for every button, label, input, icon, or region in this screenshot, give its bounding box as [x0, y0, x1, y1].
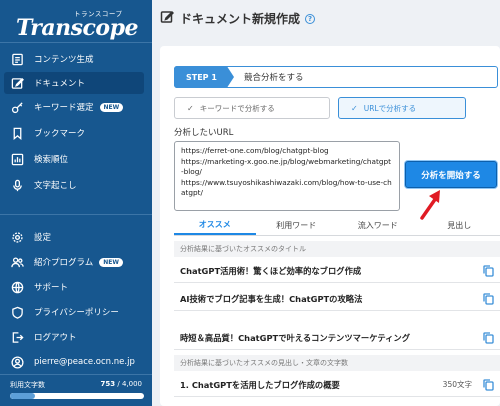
recommended-title-row: ChatGPT活用術！驚くほど効率的なブログ作成: [174, 259, 500, 283]
option-label: URLで分析する: [363, 103, 417, 113]
key-icon: [10, 100, 24, 114]
sidebar-item-label: ドキュメント: [34, 79, 86, 89]
shield-icon: [10, 305, 24, 319]
recommended-heading: 1. ChatGPTを活用したブログ作成の概要: [180, 379, 340, 390]
tab-inflow-words[interactable]: 流入ワード: [337, 216, 419, 235]
document-card: STEP 1 競合分析をする ✓ キーワードで分析する ✓ URLで分析する 分…: [160, 46, 500, 406]
bookmark-icon: [10, 126, 24, 140]
recommended-title: AI技術でブログ記事を生成！ChatGPTの攻略法: [180, 293, 363, 304]
users-icon: [10, 255, 24, 269]
page-header: ドキュメント新規作成 ?: [160, 10, 316, 27]
sidebar-item-label: プライバシーポリシー: [34, 308, 119, 318]
usage-label: 利用文字数: [10, 381, 45, 389]
globe-icon: [10, 280, 24, 294]
bar-chart-icon: [10, 152, 24, 166]
check-icon: ✓: [351, 103, 358, 113]
sidebar-item-keyword-selection[interactable]: キーワード選定 NEW: [4, 96, 144, 118]
help-icon[interactable]: ?: [305, 13, 316, 24]
sidebar-item-bookmarks[interactable]: ブックマーク: [4, 122, 144, 144]
sidebar-item-search-ranking[interactable]: 検索順位: [4, 148, 144, 170]
sidebar-item-transcription[interactable]: 文字起こし: [4, 174, 144, 196]
step-tag: STEP 1: [174, 66, 234, 88]
sidebar-divider: [0, 42, 152, 43]
recommended-title: 時短＆高品質！ChatGPTで叶えるコンテンツマーケティング: [180, 332, 411, 343]
usage-count: 753 / 4,000: [101, 380, 142, 388]
sidebar-item-label: キーワード選定: [34, 103, 94, 113]
tab-used-words[interactable]: 利用ワード: [256, 216, 338, 235]
sidebar-item-support[interactable]: サポート: [4, 276, 144, 298]
page-title: ドキュメント新規作成: [180, 12, 301, 26]
sidebar-item-label: 検索順位: [34, 155, 69, 165]
option-label: キーワードで分析する: [199, 103, 275, 113]
microphone-icon: [10, 178, 24, 192]
brand-name: Transcope: [16, 15, 138, 41]
sidebar: トランスコープ Transcope コンテンツ生成 ドキュメント キーワード選定…: [0, 0, 152, 406]
sidebar-item-logout[interactable]: ログアウト: [4, 326, 144, 348]
sidebar-item-referral[interactable]: 紹介プログラム NEW: [4, 251, 144, 273]
sidebar-divider: [0, 374, 152, 375]
copy-icon[interactable]: [483, 379, 494, 391]
usage-progress-bar: [10, 393, 144, 399]
main-content: ドキュメント新規作成 ? STEP 1 競合分析をする ✓ キーワードで分析する…: [152, 0, 500, 406]
sidebar-item-privacy-policy[interactable]: プライバシーポリシー: [4, 301, 144, 323]
document-generate-icon: [10, 52, 24, 66]
edit-icon: [10, 76, 24, 90]
step-label: 競合分析をする: [244, 73, 304, 83]
check-icon: ✓: [187, 103, 194, 113]
new-badge: NEW: [99, 257, 123, 267]
tab-recommended[interactable]: オススメ: [174, 216, 256, 235]
tab-headings[interactable]: 見出し: [419, 216, 500, 235]
sidebar-item-label: 設定: [34, 233, 52, 243]
recommended-title-row: 時短＆高品質！ChatGPTで叶えるコンテンツマーケティング: [174, 326, 500, 350]
gear-icon: [10, 230, 24, 244]
account-email: pierre@peace.ocn.ne.jp: [34, 357, 135, 367]
usage-used: 753: [100, 380, 116, 388]
copy-icon[interactable]: [483, 293, 494, 305]
sidebar-item-label: ログアウト: [34, 333, 77, 343]
edit-icon: [160, 10, 180, 27]
url-field-label: 分析したいURL: [174, 128, 234, 138]
usage-progress-fill: [10, 393, 36, 399]
sidebar-item-settings[interactable]: 設定: [4, 226, 144, 248]
recommended-title-row: AI技術でブログ記事を生成！ChatGPTの攻略法: [174, 287, 500, 311]
sidebar-item-documents[interactable]: ドキュメント: [4, 72, 144, 94]
sidebar-item-account[interactable]: pierre@peace.ocn.ne.jp: [4, 351, 144, 373]
option-keyword-analysis[interactable]: ✓ キーワードで分析する: [174, 97, 330, 119]
sidebar-item-content-generation[interactable]: コンテンツ生成: [4, 48, 144, 70]
url-input[interactable]: https://ferret-one.com/blog/chatgpt-blog…: [174, 141, 400, 211]
sidebar-item-label: ブックマーク: [34, 129, 86, 139]
results-tabs: オススメ 利用ワード 流入ワード 見出し: [174, 216, 500, 236]
logout-icon: [10, 330, 24, 344]
sidebar-item-label: コンテンツ生成: [34, 55, 94, 65]
copy-icon[interactable]: [483, 265, 494, 277]
sidebar-divider: [0, 214, 152, 215]
user-icon: [10, 355, 24, 369]
section-header-headings: 分析結果に基づいたオススメの見出し・文章の文字数: [174, 355, 500, 371]
usage-total: / 4,000: [115, 380, 142, 388]
sidebar-item-label: 紹介プログラム: [34, 258, 94, 268]
character-count: 350文字: [442, 380, 472, 389]
sidebar-item-label: サポート: [34, 283, 69, 293]
section-header-titles: 分析結果に基づいたオススメのタイトル: [174, 241, 500, 257]
option-url-analysis[interactable]: ✓ URLで分析する: [338, 97, 466, 119]
step-indicator: STEP 1 競合分析をする: [174, 66, 498, 88]
recommended-heading-row: 1. ChatGPTを活用したブログ作成の概要 350文字: [174, 373, 500, 397]
sidebar-item-label: 文字起こし: [34, 181, 77, 191]
brand-logo[interactable]: トランスコープ Transcope: [16, 8, 138, 42]
recommended-title: ChatGPT活用術！驚くほど効率的なブログ作成: [180, 265, 362, 276]
copy-icon[interactable]: [483, 332, 494, 344]
new-badge: NEW: [99, 102, 124, 112]
